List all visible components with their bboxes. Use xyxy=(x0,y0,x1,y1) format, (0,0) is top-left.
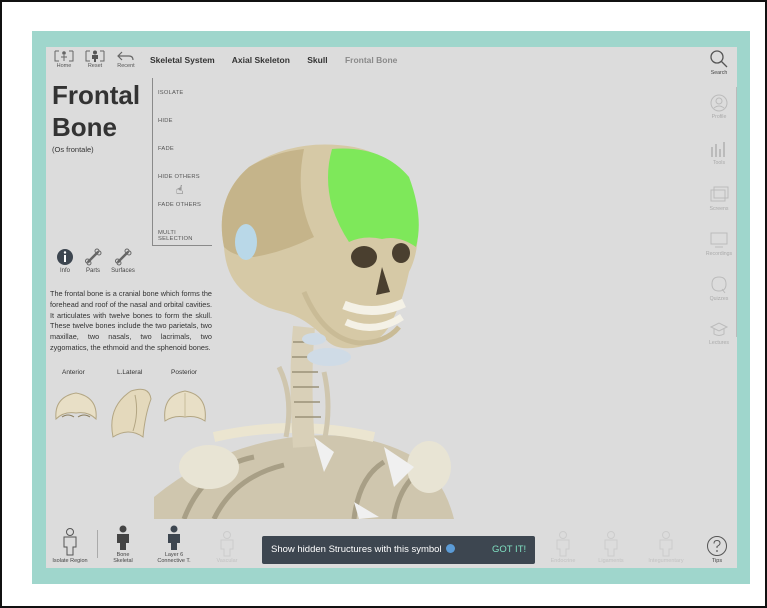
recordings-icon xyxy=(710,232,728,248)
breadcrumb: Skeletal System Axial Skeleton Skull Fro… xyxy=(150,55,412,65)
tools-icon xyxy=(711,142,725,157)
breadcrumb-axial-skeleton[interactable]: Axial Skeleton xyxy=(232,55,290,65)
sidebar-item-lectures-label: Lectures xyxy=(709,340,729,346)
bottom-divider xyxy=(97,530,98,558)
search-icon xyxy=(710,50,728,68)
recent-label: Recent xyxy=(117,63,135,69)
layer-label-line2: Connective T. xyxy=(157,558,191,564)
tips-button[interactable]: Tips xyxy=(702,535,732,564)
sidebar-item-search[interactable]: Search xyxy=(701,49,737,76)
info-icon xyxy=(57,249,73,265)
hidden-structures-toast: Show hidden Structures with this symbol … xyxy=(262,536,535,564)
sidebar-item-tools-label: Tools xyxy=(712,160,726,166)
bone-label-line2: Skeletal xyxy=(113,558,133,564)
integumentary-figure-icon xyxy=(659,531,673,557)
info-tabs: Info Parts Surfaces xyxy=(50,248,160,278)
tab-parts-label: Parts xyxy=(85,268,100,274)
sidebar-item-screens[interactable]: Screens xyxy=(701,185,737,212)
structure-title-line1: Frontal xyxy=(52,80,141,110)
undo-arrow-icon xyxy=(117,51,134,61)
top-toolbar: Home Reset Recent Skeletal System Axial … xyxy=(46,47,737,75)
endocrine-layer-button[interactable]: Endocrine xyxy=(542,531,584,564)
layer-figure-icon xyxy=(168,525,180,550)
question-icon xyxy=(707,536,727,556)
sidebar-item-screens-label: Screens xyxy=(709,206,729,212)
posterior-view-thumbnail[interactable] xyxy=(160,385,210,429)
ligaments-figure-icon xyxy=(604,531,618,557)
isolate-figure-icon xyxy=(63,528,77,556)
reset-label: Reset xyxy=(87,63,103,69)
home-button[interactable]: Home xyxy=(48,49,80,69)
vascular-layer-button[interactable]: Vascular xyxy=(206,531,248,564)
toast-message: Show hidden Structures with this symbol xyxy=(271,544,442,555)
sidebar-item-quizzes[interactable]: Quizzes xyxy=(701,275,737,302)
integumentary-label: Integumentary xyxy=(648,558,684,564)
layer-connective-button[interactable]: Layer 6 Connective T. xyxy=(150,525,198,564)
hide-action[interactable]: HIDE xyxy=(153,106,212,134)
bone-icon xyxy=(85,248,102,266)
app-screen: Home Reset Recent Skeletal System Axial … xyxy=(46,47,737,568)
sidebar-item-profile-label: Profile xyxy=(711,114,727,120)
lateral-view-thumbnail[interactable] xyxy=(105,385,155,441)
view-label-anterior: Anterior xyxy=(62,369,85,376)
skeletal-figure-icon xyxy=(117,525,129,550)
bone-skeletal-button[interactable]: Bone Skeletal xyxy=(104,525,142,564)
vascular-label: Vascular xyxy=(216,558,238,564)
ligaments-label: Ligaments xyxy=(598,558,624,564)
tips-label: Tips xyxy=(711,558,723,564)
sidebar-item-profile[interactable]: Profile xyxy=(701,93,737,120)
breadcrumb-skeletal-system[interactable]: Skeletal System xyxy=(150,55,215,65)
isolate-region-button[interactable]: Isolate Region xyxy=(48,527,92,564)
structure-title-line2: Bone xyxy=(52,112,117,142)
endocrine-figure-icon xyxy=(556,531,570,557)
view-label-posterior: Posterior xyxy=(171,369,198,376)
profile-icon xyxy=(710,94,728,112)
recent-button[interactable]: Recent xyxy=(110,49,142,69)
structure-actions-menu: ISOLATE HIDE FADE HIDE OTHERS FADE OTHER… xyxy=(152,78,212,246)
fade-action[interactable]: FADE xyxy=(153,134,212,162)
multi-selection-action[interactable]: MULTI SELECTION xyxy=(153,218,212,246)
toast-message-row: Show hidden Structures with this symbol xyxy=(271,544,456,555)
structure-title-panel: Frontal Bone (Os frontale) xyxy=(46,78,152,246)
view-label-lateral: L.Lateral xyxy=(117,369,143,376)
sidebar-item-search-label: Search xyxy=(710,70,728,76)
tab-parts[interactable]: Parts xyxy=(78,248,108,274)
sidebar-item-lectures[interactable]: Lectures xyxy=(701,319,737,346)
bone-surface-icon xyxy=(115,248,132,266)
isolate-action[interactable]: ISOLATE xyxy=(153,78,212,106)
sidebar-item-tools[interactable]: Tools xyxy=(701,139,737,166)
breadcrumb-frontal-bone: Frontal Bone xyxy=(344,55,398,65)
structure-description: The frontal bone is a cranial bone which… xyxy=(50,289,212,352)
endocrine-label: Endocrine xyxy=(550,558,576,564)
vascular-figure-icon xyxy=(220,531,234,557)
tab-surfaces[interactable]: Surfaces xyxy=(108,248,138,274)
screens-icon xyxy=(710,186,729,202)
tab-info[interactable]: Info xyxy=(50,248,80,274)
anterior-view-thumbnail[interactable] xyxy=(52,385,100,429)
lectures-icon xyxy=(709,322,729,336)
got-it-button[interactable]: GOT IT! xyxy=(492,544,526,555)
right-sidebar: Search Profile Tools Screens Recordings … xyxy=(701,47,737,347)
sidebar-item-recordings[interactable]: Recordings xyxy=(701,230,737,257)
hidden-structure-symbol-icon xyxy=(446,544,456,553)
isolate-region-label: Isolate Region xyxy=(52,558,88,564)
tab-surfaces-label: Surfaces xyxy=(111,268,135,274)
home-label: Home xyxy=(56,63,72,69)
latin-name: (Os frontale) xyxy=(52,145,94,154)
integumentary-layer-button[interactable]: Integumentary xyxy=(638,531,694,564)
sidebar-item-recordings-label: Recordings xyxy=(705,251,733,257)
sidebar-item-quizzes-label: Quizzes xyxy=(709,296,729,302)
home-icon xyxy=(54,50,74,62)
hand-pointer-icon: ☝ xyxy=(176,183,184,197)
reset-button[interactable]: Reset xyxy=(79,49,111,69)
reset-icon xyxy=(85,50,105,62)
ligaments-layer-button[interactable]: Ligaments xyxy=(590,531,632,564)
view-thumbnails: Anterior L.Lateral Posterior xyxy=(50,369,212,449)
breadcrumb-skull[interactable]: Skull xyxy=(307,55,327,65)
quiz-icon xyxy=(711,276,727,294)
tab-info-label: Info xyxy=(59,268,70,274)
